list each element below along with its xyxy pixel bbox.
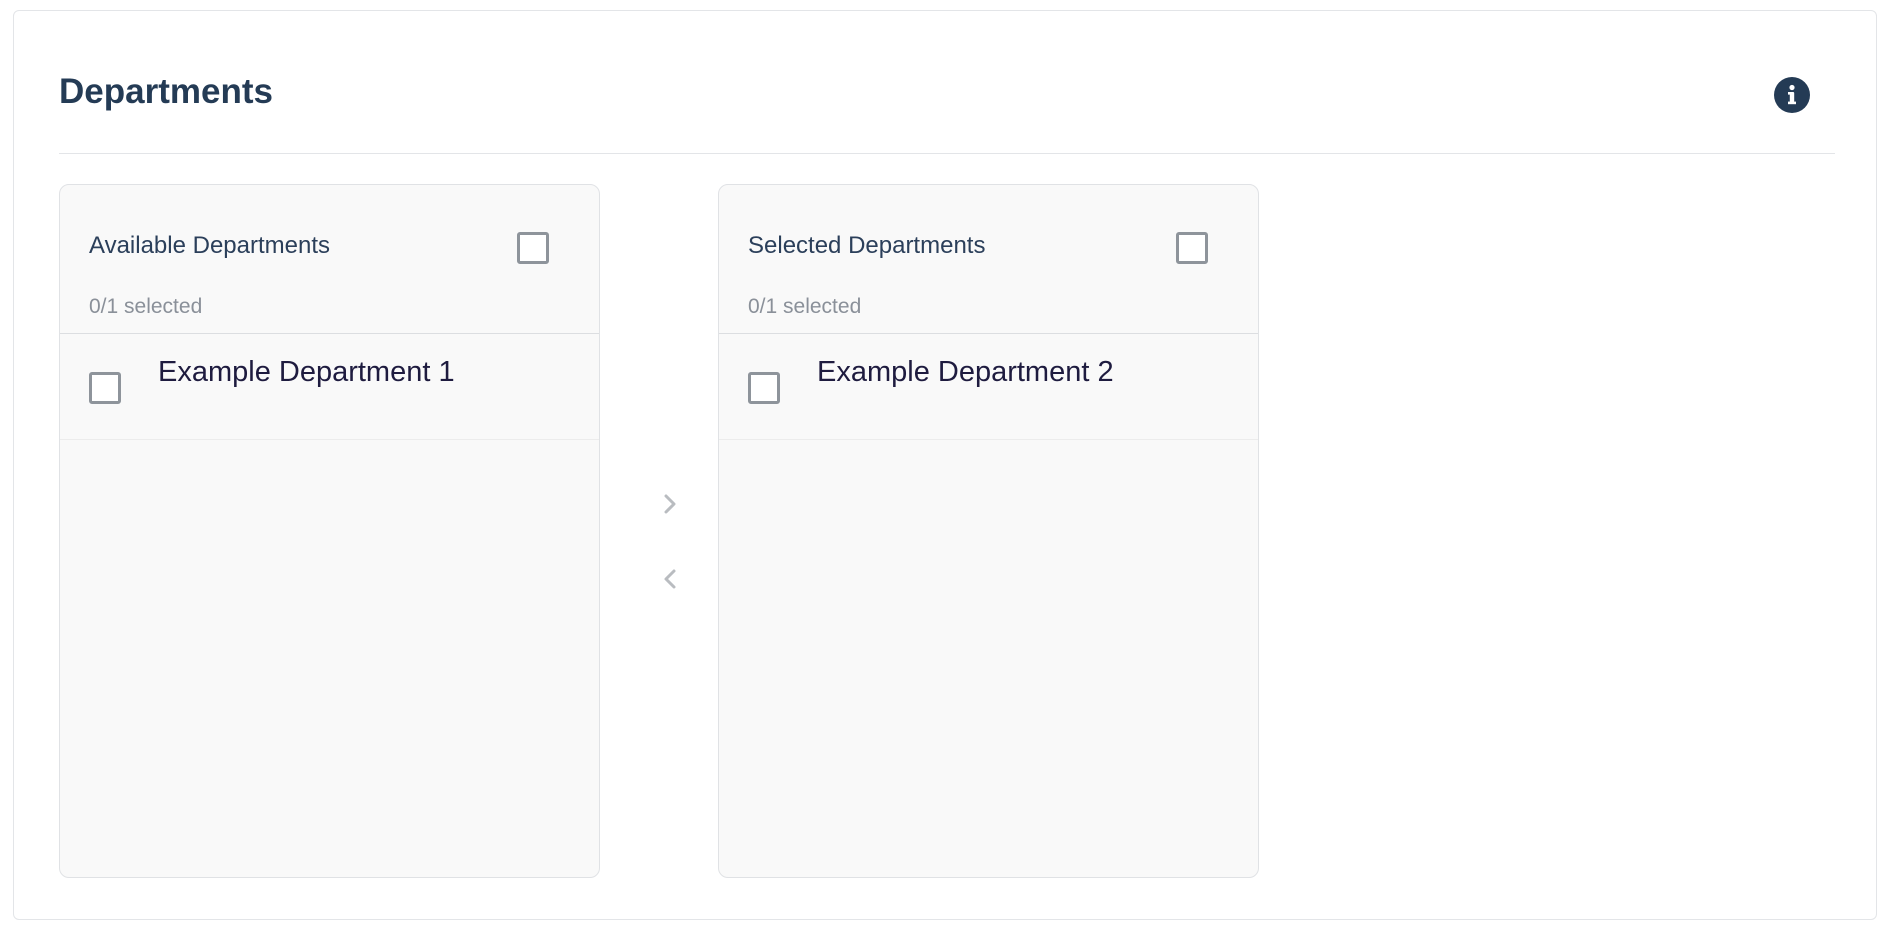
section-title: Departments [59,72,273,111]
selected-selected-count: 0/1 selected [748,295,862,318]
available-panel-title: Available Departments [89,232,331,259]
chevron-right-icon [654,488,686,520]
list-item[interactable]: Example Department 2 [719,334,1258,440]
selected-panel-title: Selected Departments [748,232,986,259]
departments-card: Departments Available Departments 0/1 se… [13,10,1877,920]
chevron-left-icon [654,563,686,595]
selected-departments-panel: Selected Departments 0/1 selected Exampl… [718,184,1259,878]
available-selected-count: 0/1 selected [89,295,203,318]
selected-panel-header: Selected Departments 0/1 selected [719,185,1258,334]
header-divider [59,153,1835,154]
available-select-all-checkbox[interactable] [517,232,549,264]
available-departments-panel: Available Departments 0/1 selected Examp… [59,184,600,878]
item-checkbox[interactable] [748,372,780,404]
item-label: Example Department 2 [817,356,1114,388]
info-icon[interactable] [1774,77,1810,113]
available-panel-header: Available Departments 0/1 selected [60,185,599,334]
list-item[interactable]: Example Department 1 [60,334,599,440]
move-left-button[interactable] [654,563,686,595]
selected-select-all-checkbox[interactable] [1176,232,1208,264]
item-label: Example Department 1 [158,356,455,388]
item-checkbox[interactable] [89,372,121,404]
move-right-button[interactable] [654,488,686,520]
